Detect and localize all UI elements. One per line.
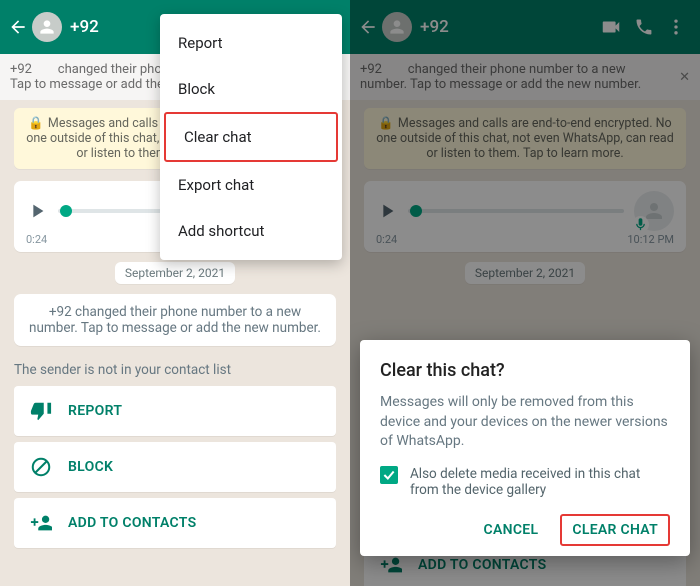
menu-block[interactable]: Block — [160, 66, 342, 112]
report-label: REPORT — [68, 403, 122, 419]
report-action[interactable]: REPORT — [14, 386, 336, 436]
sender-not-in-contacts: The sender is not in your contact list — [14, 362, 336, 378]
lock-icon: 🔒 — [28, 116, 44, 131]
add-contacts-action[interactable]: ADD TO CONTACTS — [14, 498, 336, 548]
system-message[interactable]: +92 changed their phone number to a new … — [14, 294, 336, 346]
dialog-title: Clear this chat? — [380, 360, 670, 381]
overflow-menu: Report Block Clear chat Export chat Add … — [160, 14, 342, 260]
play-icon[interactable] — [26, 200, 48, 222]
block-action[interactable]: BLOCK — [14, 442, 336, 492]
date-chip: September 2, 2021 — [115, 262, 235, 284]
checkbox-checked-icon[interactable] — [380, 466, 398, 484]
avatar[interactable] — [32, 12, 62, 42]
clear-chat-button[interactable]: CLEAR CHAT — [560, 514, 670, 546]
checkbox-label: Also delete media received in this chat … — [410, 466, 670, 498]
menu-clear-chat[interactable]: Clear chat — [164, 112, 338, 162]
back-icon[interactable] — [8, 17, 28, 37]
dialog-body: Messages will only be removed from this … — [380, 393, 670, 452]
menu-add-shortcut[interactable]: Add shortcut — [160, 208, 342, 254]
menu-report[interactable]: Report — [160, 20, 342, 66]
block-label: BLOCK — [68, 459, 113, 475]
voice-duration: 0:24 — [26, 233, 47, 246]
delete-media-checkbox-row[interactable]: Also delete media received in this chat … — [380, 466, 670, 498]
clear-chat-dialog: Clear this chat? Messages will only be r… — [360, 340, 690, 556]
add-contacts-label: ADD TO CONTACTS — [68, 515, 196, 531]
voice-progress-dot — [60, 205, 72, 217]
cancel-button[interactable]: CANCEL — [480, 516, 543, 544]
menu-export-chat[interactable]: Export chat — [160, 162, 342, 208]
block-icon — [30, 456, 52, 478]
add-contact-icon — [30, 512, 52, 534]
thumbs-down-icon — [30, 400, 52, 422]
screenshot-right: +92 +92 changed their phone number to a … — [350, 0, 700, 586]
screenshot-left: +92 +92 changed their phone number to a … — [0, 0, 350, 586]
